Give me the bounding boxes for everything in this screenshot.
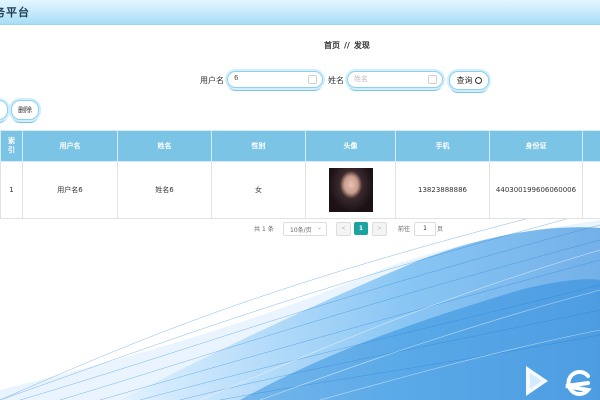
- cell-gender: 女: [211, 161, 306, 219]
- table-header-row: 索引 用户名 姓名 性别 头像 手机 身份证: [0, 130, 600, 162]
- pagination-total: 共 1 条: [254, 224, 274, 233]
- prev-page-button[interactable]: <: [336, 222, 351, 236]
- username-input[interactable]: 6: [227, 71, 323, 88]
- goto-suffix: 页: [437, 226, 444, 233]
- cell-index: 1: [0, 161, 23, 219]
- name-placeholder: 姓名: [354, 75, 368, 83]
- cell-name: 姓名6: [117, 161, 212, 219]
- header-id-card: 身份证: [489, 130, 583, 162]
- search-icon: [474, 77, 482, 84]
- avatar[interactable]: [328, 168, 373, 212]
- header-avatar: 头像: [305, 130, 396, 162]
- username-value: 6: [234, 74, 239, 82]
- breadcrumb-home[interactable]: 首页: [324, 41, 340, 50]
- app-title: 务平台: [0, 6, 30, 19]
- data-table: 索引 用户名 姓名 性别 头像 手机 身份证 1 用户名6 姓名6 女 1382…: [0, 130, 600, 219]
- calendar-icon: [308, 75, 317, 84]
- header-name: 姓名: [117, 130, 212, 162]
- header-phone: 手机: [395, 130, 490, 162]
- name-input[interactable]: 姓名: [347, 71, 443, 88]
- breadcrumb-current: 发现: [353, 41, 370, 50]
- breadcrumb: 首页 //发现: [324, 40, 370, 51]
- next-page-button[interactable]: >: [372, 222, 387, 236]
- header-gender: 性别: [211, 130, 306, 162]
- query-button-label: 查询: [456, 76, 473, 85]
- cell-phone: 13823888886: [395, 161, 490, 219]
- goto-prefix: 前往: [398, 226, 411, 233]
- cell-extra: [582, 161, 600, 219]
- page-size-value: 10条/页: [290, 227, 312, 234]
- top-banner: 务平台: [0, 0, 600, 25]
- page-number-current[interactable]: 1: [354, 222, 368, 235]
- total-suffix: 条: [267, 226, 274, 233]
- total-prefix: 共: [254, 226, 261, 233]
- calendar-icon: [428, 75, 437, 84]
- cell-username: 用户名6: [22, 161, 118, 219]
- logo-icon: [526, 366, 592, 396]
- dropdown-arrow-icon: ⌄: [316, 224, 322, 231]
- breadcrumb-separator: //: [344, 41, 350, 50]
- cell-avatar: [305, 161, 396, 219]
- header-extra: [582, 130, 600, 162]
- total-count: 1: [261, 226, 266, 233]
- goto-page-input[interactable]: 1: [414, 222, 436, 236]
- add-button[interactable]: [0, 100, 8, 120]
- query-button[interactable]: 查询: [449, 71, 489, 90]
- cell-id-card: 440300199606060006: [489, 161, 583, 219]
- delete-button[interactable]: 删除: [11, 100, 39, 120]
- header-index: 索引: [0, 130, 23, 162]
- name-label: 姓名: [328, 76, 344, 85]
- username-label: 用户名: [200, 76, 224, 85]
- page-size-select[interactable]: 10条/页 ⌄: [283, 222, 327, 236]
- header-username: 用户名: [22, 130, 118, 162]
- table-row[interactable]: 1 用户名6 姓名6 女 13823888886 440300199606060…: [0, 161, 600, 219]
